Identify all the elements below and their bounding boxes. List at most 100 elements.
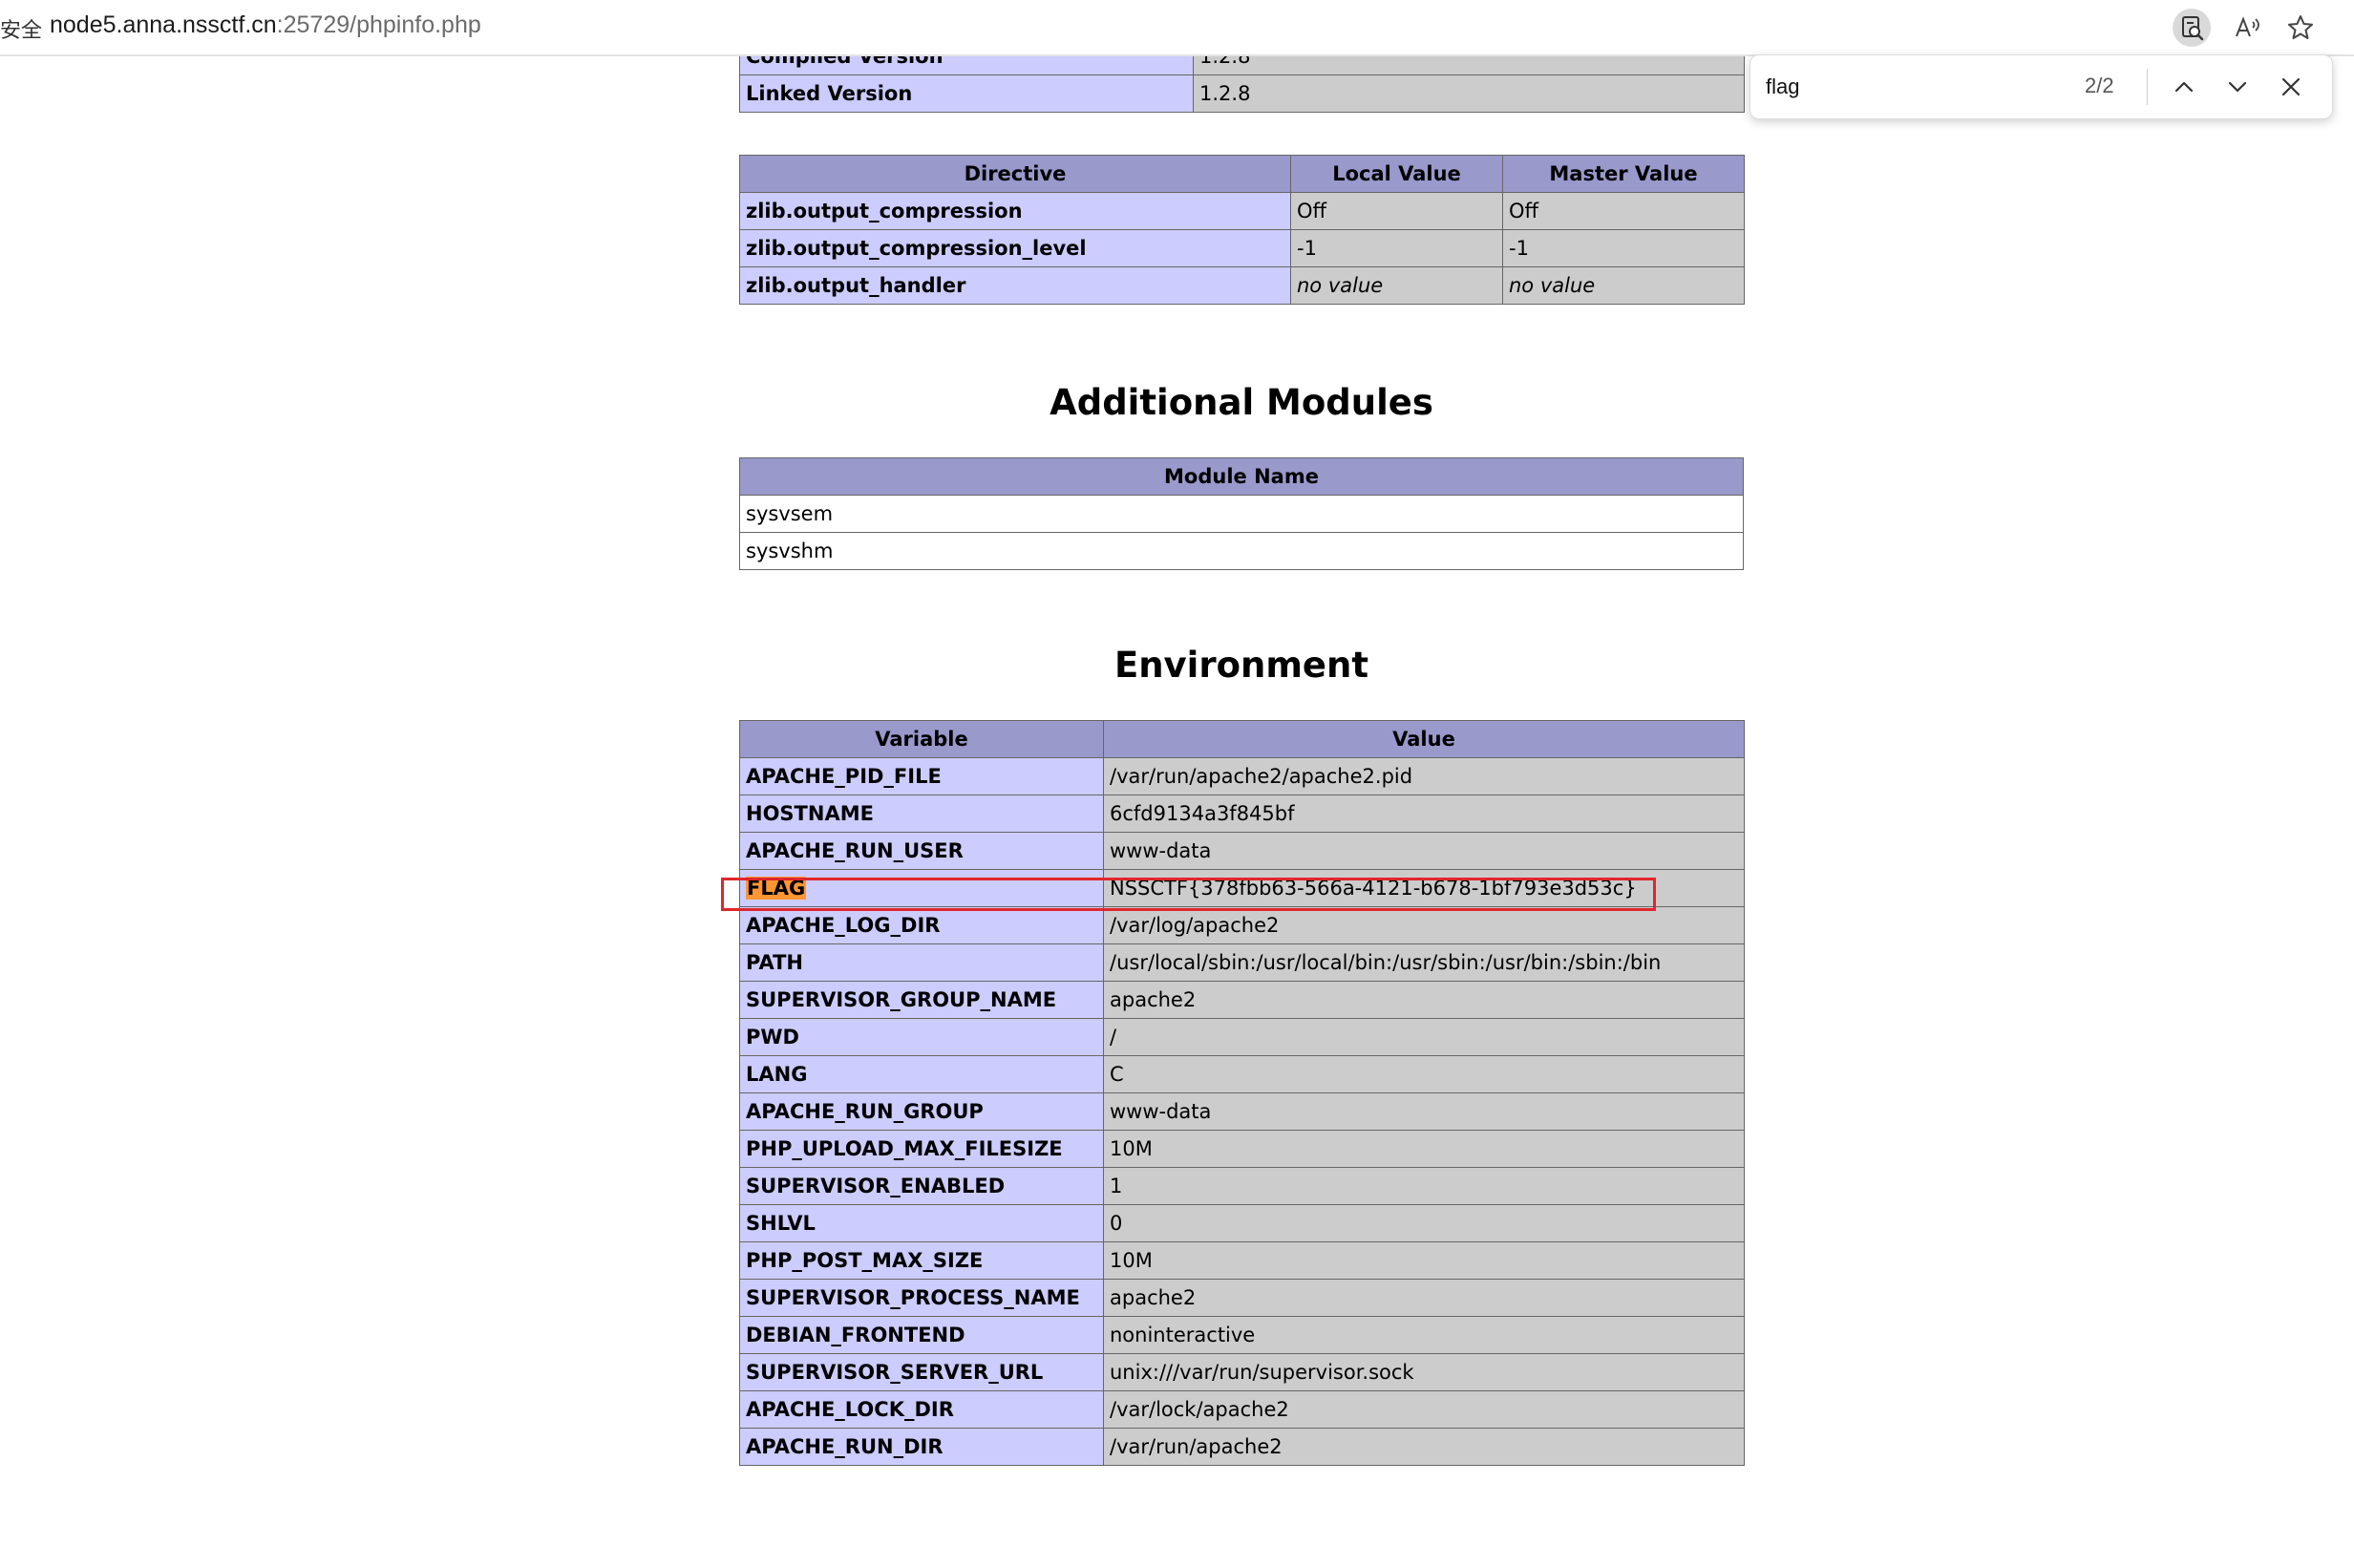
find-close-icon[interactable] — [2272, 68, 2310, 106]
env-variable-name: PATH — [739, 943, 1104, 982]
url-path: :25729/phpinfo.php — [276, 11, 481, 38]
local-value: Off — [1290, 192, 1503, 230]
table-row: DEBIAN_FRONTEND noninteractive — [739, 1316, 1745, 1354]
table-row: PWD / — [739, 1018, 1745, 1056]
env-variable-name: LANG — [739, 1055, 1104, 1093]
column-header: Module Name — [739, 457, 1744, 496]
section-title-additional-modules: Additional Modules — [1050, 382, 1433, 423]
master-value: -1 — [1502, 229, 1745, 267]
find-match-count: 2/2 — [2085, 74, 2114, 97]
find-prev-icon[interactable] — [2165, 68, 2203, 106]
find-in-page-bar: 2/2 — [1750, 54, 2333, 119]
table-row: sysvsem — [739, 495, 1744, 533]
immersive-reader-icon[interactable] — [2173, 9, 2211, 47]
table-header-row: Module Name — [739, 457, 1744, 496]
table-row: sysvshm — [739, 532, 1744, 570]
env-variable-name: SUPERVISOR_SERVER_URL — [739, 1353, 1104, 1391]
env-variable-value: www-data — [1103, 832, 1745, 870]
table-row: APACHE_LOCK_DIR/var/lock/apache2 — [739, 1390, 1745, 1429]
divider — [2147, 69, 2148, 105]
env-variable-value: 0 — [1103, 1204, 1745, 1242]
table-row: PHP_POST_MAX_SIZE 10M — [739, 1241, 1745, 1280]
table-row: APACHE_RUN_GROUP www-data — [739, 1092, 1745, 1131]
env-variable-value: 10M — [1103, 1241, 1745, 1280]
table-row: zlib.output_compression Off Off — [739, 192, 1745, 230]
env-variable-name: APACHE_RUN_DIR — [739, 1428, 1104, 1466]
table-row: LANG C — [739, 1055, 1745, 1093]
find-next-icon[interactable] — [2218, 68, 2257, 106]
table-row: APACHE_LOG_DIR/var/log/apache2 — [739, 906, 1745, 944]
env-variable-name: DEBIAN_FRONTEND — [739, 1316, 1104, 1354]
row-label: Linked Version — [739, 74, 1194, 113]
table-row: SUPERVISOR_PROCESS_NAME apache2 — [739, 1279, 1745, 1317]
additional-modules-table: Module Name sysvsem sysvshm — [739, 457, 1744, 570]
column-header: Value — [1103, 720, 1745, 758]
find-input[interactable] — [1764, 67, 2054, 107]
env-variable-name: SUPERVISOR_PROCESS_NAME — [739, 1279, 1104, 1317]
row-value: 1.2.8 — [1193, 74, 1745, 113]
table-row: SHLVL 0 — [739, 1204, 1745, 1242]
table-row: Linked Version 1.2.8 — [739, 74, 1745, 113]
column-header: Variable — [739, 720, 1104, 758]
env-variable-value: apache2 — [1103, 1279, 1745, 1317]
directive-name: zlib.output_compression_level — [739, 229, 1291, 267]
env-variable-value: apache2 — [1103, 981, 1745, 1019]
table-row: PHP_UPLOAD_MAX_FILESIZE 10M — [739, 1130, 1745, 1168]
env-variable-name: SUPERVISOR_ENABLED — [739, 1167, 1104, 1205]
env-variable-value: noninteractive — [1103, 1316, 1745, 1354]
table-row: APACHE_RUN_USER www-data — [739, 832, 1745, 870]
env-variable-value: /var/run/apache2 — [1103, 1428, 1745, 1466]
env-variable-value: unix:///var/run/supervisor.sock — [1103, 1353, 1745, 1391]
env-variable-name: SHLVL — [739, 1204, 1104, 1242]
column-header: Local Value — [1290, 155, 1503, 193]
env-variable-value: /var/log/apache2 — [1103, 906, 1745, 944]
env-variable-value: C — [1103, 1055, 1745, 1093]
env-variable-value: 6cfd9134a3f845bf — [1103, 795, 1745, 833]
module-name: sysvshm — [739, 532, 1744, 570]
module-name: sysvsem — [739, 495, 1744, 533]
env-variable-name: APACHE_PID_FILE — [739, 757, 1104, 795]
master-value: no value — [1502, 266, 1745, 305]
directive-name: zlib.output_handler — [739, 266, 1291, 305]
table-row: SUPERVISOR_GROUP_NAME apache2 — [739, 981, 1745, 1019]
local-value: no value — [1290, 266, 1503, 305]
table-row: HOSTNAME 6cfd9134a3f845bf — [739, 795, 1745, 833]
env-variable-value: / — [1103, 1018, 1745, 1056]
table-header-row: Variable Value — [739, 720, 1745, 758]
env-variable-value: /var/run/apache2/apache2.pid — [1103, 757, 1745, 795]
read-aloud-icon[interactable] — [2228, 9, 2266, 47]
env-variable-value: /var/lock/apache2 — [1103, 1390, 1745, 1429]
env-variable-name: APACHE_LOG_DIR — [739, 906, 1104, 944]
table-header-row: Directive Local Value Master Value — [739, 155, 1745, 193]
env-variable-name: APACHE_LOCK_DIR — [739, 1390, 1104, 1429]
env-variable-name: HOSTNAME — [739, 795, 1104, 833]
env-variable-value: www-data — [1103, 1092, 1745, 1131]
url-field[interactable]: node5.anna.nssctf.cn:25729/phpinfo.php — [50, 11, 481, 39]
env-variable-value: /usr/local/sbin:/usr/local/bin:/usr/sbin… — [1103, 943, 1745, 982]
table-row: APACHE_RUN_DIR/var/run/apache2 — [739, 1428, 1745, 1466]
zlib-directives-table: Directive Local Value Master Value zlib.… — [739, 155, 1745, 305]
master-value: Off — [1502, 192, 1745, 230]
column-header: Directive — [739, 155, 1291, 193]
directive-name: zlib.output_compression — [739, 192, 1291, 230]
column-header: Master Value — [1502, 155, 1745, 193]
env-variable-value: 1 — [1103, 1167, 1745, 1205]
env-variable-value: 10M — [1103, 1130, 1745, 1168]
url-host: node5.anna.nssctf.cn — [50, 11, 277, 38]
table-row: PATH/usr/local/sbin:/usr/local/bin:/usr/… — [739, 943, 1745, 982]
table-row: SUPERVISOR_ENABLED 1 — [739, 1167, 1745, 1205]
flag-annotation-box — [721, 878, 1656, 911]
browser-address-bar: 安全 node5.anna.nssctf.cn:25729/phpinfo.ph… — [0, 0, 2354, 56]
environment-table: Variable Value APACHE_PID_FILE/var/run/a… — [739, 720, 1745, 1466]
table-row: zlib.output_compression_level -1 -1 — [739, 229, 1745, 267]
table-row: zlib.output_handler no value no value — [739, 266, 1745, 305]
security-indicator[interactable]: 安全 — [0, 13, 42, 44]
env-variable-name: SUPERVISOR_GROUP_NAME — [739, 981, 1104, 1019]
section-title-environment: Environment — [1113, 645, 1369, 686]
env-variable-name: PHP_UPLOAD_MAX_FILESIZE — [739, 1130, 1104, 1168]
env-variable-name: PWD — [739, 1018, 1104, 1056]
env-variable-name: APACHE_RUN_USER — [739, 832, 1104, 870]
env-variable-name: PHP_POST_MAX_SIZE — [739, 1241, 1104, 1280]
local-value: -1 — [1290, 229, 1503, 267]
favorite-star-icon[interactable] — [2281, 9, 2320, 47]
